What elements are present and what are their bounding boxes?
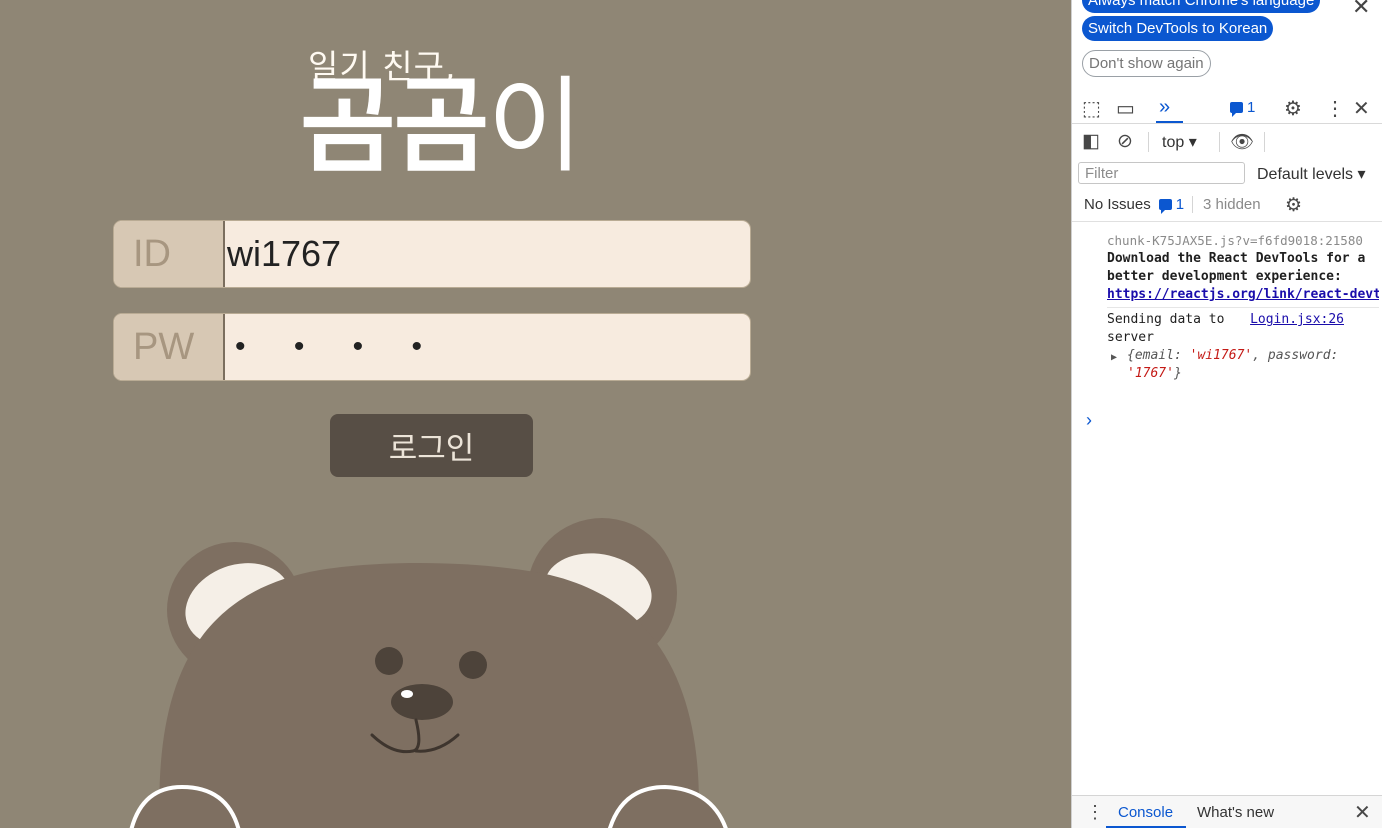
login-button[interactable]: 로그인 (330, 414, 533, 477)
match-language-button[interactable]: Always match Chrome's language (1082, 0, 1321, 13)
dont-show-again-button[interactable]: Don't show again (1082, 50, 1211, 77)
message-separator (1107, 307, 1379, 308)
devtools-panel: Always match Chrome's language Switch De… (1071, 0, 1382, 828)
app-title-light: 이 (487, 65, 583, 187)
tab-whats-new[interactable]: What's new (1197, 804, 1274, 821)
id-label: ID (114, 221, 225, 287)
bear-right-eye (459, 651, 487, 679)
more-tabs-icon[interactable]: » (1159, 96, 1170, 119)
devtools-close-icon[interactable]: ✕ (1353, 96, 1370, 121)
console-message: Sending data to server Login.jsx:26 (1107, 311, 1379, 347)
infobar-close-icon[interactable]: ✕ (1352, 0, 1370, 20)
context-selector[interactable]: top ▾ (1162, 132, 1197, 152)
messages-counter[interactable]: 1 (1230, 99, 1256, 117)
switch-language-button[interactable]: Switch DevTools to Korean (1082, 16, 1274, 41)
active-tab-indicator (1156, 121, 1183, 123)
message-source[interactable]: chunk-K75JAX5E.js?v=f6fd9018:21580 (1107, 232, 1379, 250)
react-devtools-link[interactable]: https://reactjs.org/link/react-devtools (1107, 286, 1379, 304)
console-message: Download the React DevTools for a better… (1107, 250, 1379, 304)
console-divider (1072, 221, 1382, 222)
context-value: top (1162, 134, 1185, 151)
log-levels-dropdown[interactable]: Default levels ▾ (1257, 164, 1366, 184)
password-input[interactable]: • • • • (225, 314, 750, 380)
expand-triangle-icon[interactable]: ▶ (1111, 349, 1117, 367)
console-messages: chunk-K75JAX5E.js?v=f6fd9018:21580 Downl… (1107, 232, 1379, 383)
message-count: 1 (1247, 99, 1256, 116)
bear-nose (391, 684, 453, 720)
message-source-link[interactable]: Login.jsx:26 (1250, 311, 1344, 329)
devtools-main-toolbar: ⬚ ▭ » 1 ⚙ ⋮ ✕ (1072, 90, 1382, 124)
tab-console[interactable]: Console (1118, 804, 1173, 821)
console-toolbar: ◧ ⊘ top ▾ 👁 (1072, 124, 1382, 158)
live-expression-eye-icon[interactable]: 👁 (1230, 130, 1254, 154)
issues-label: No Issues (1084, 196, 1151, 213)
password-label: PW (114, 314, 225, 380)
bear-left-eye (375, 647, 403, 675)
devtools-drawer: ⋮ Console What's new ✕ (1072, 795, 1382, 828)
drawer-menu-icon[interactable]: ⋮ (1086, 802, 1104, 823)
console-prompt-icon[interactable]: › (1086, 410, 1092, 431)
issues-bar[interactable]: No Issues 1 3 hidden (1084, 196, 1261, 214)
inspect-element-icon[interactable]: ⬚ (1082, 96, 1101, 121)
message-text: Sending data to server (1107, 312, 1225, 345)
password-field: PW • • • • (113, 313, 751, 381)
issue-message-icon (1158, 199, 1172, 214)
clear-console-icon[interactable]: ⊘ (1117, 130, 1133, 153)
bear-illustration (129, 518, 728, 828)
settings-gear-icon[interactable]: ⚙ (1284, 96, 1302, 121)
id-field: ID wi1767 (113, 220, 751, 288)
message-icon (1230, 102, 1243, 117)
toolbar-divider (1148, 132, 1149, 152)
toolbar-divider (1219, 132, 1220, 152)
sidebar-toggle-icon[interactable]: ◧ (1082, 130, 1100, 153)
hidden-count: 3 hidden (1192, 196, 1261, 213)
id-input[interactable]: wi1767 (225, 221, 750, 287)
app-title: 곰곰이 (300, 65, 583, 187)
device-toggle-icon[interactable]: ▭ (1116, 96, 1135, 121)
console-settings-gear-icon[interactable]: ⚙ (1285, 194, 1302, 217)
toolbar-divider (1264, 132, 1265, 152)
issues-count: 1 (1158, 196, 1184, 214)
more-options-icon[interactable]: ⋮ (1325, 96, 1345, 121)
console-filter-input[interactable]: Filter (1078, 162, 1245, 184)
drawer-close-icon[interactable]: ✕ (1354, 800, 1371, 825)
app-title-bold: 곰곰 (300, 65, 489, 187)
app-viewport: 일기 친구, 곰곰이 ID wi1767 PW • • • • 로그인 (0, 0, 1071, 828)
logged-object[interactable]: ▶ {email: 'wi1767', password: '1767'} (1107, 347, 1379, 383)
